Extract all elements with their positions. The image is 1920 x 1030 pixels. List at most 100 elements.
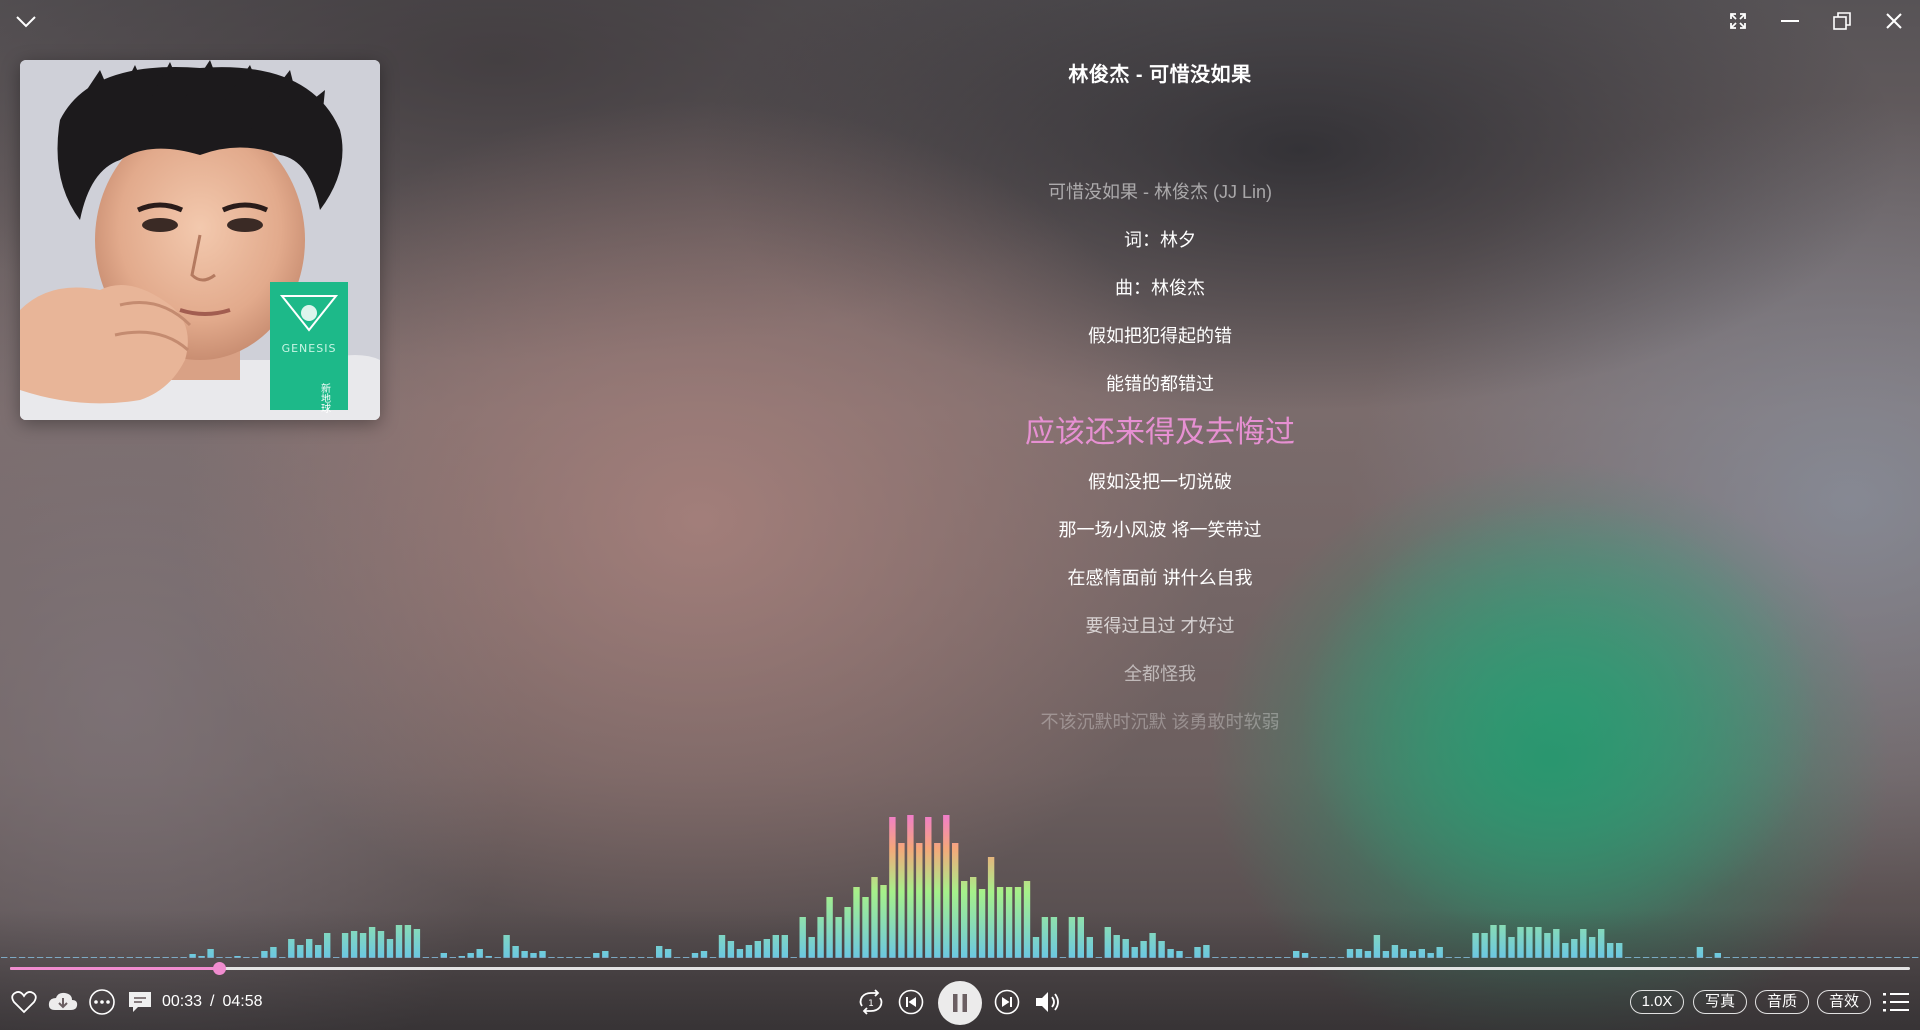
chevron-down-icon[interactable]: [10, 8, 42, 36]
spectrum-baseline-segment: [333, 957, 340, 958]
previous-icon[interactable]: [896, 985, 926, 1019]
spectrum-baseline-segment: [1248, 957, 1255, 958]
spectrum-baseline-segment: [1642, 957, 1650, 958]
download-icon[interactable]: [46, 985, 80, 1019]
spectrum-baseline-segment: [727, 957, 735, 958]
progress-bar[interactable]: [10, 962, 1910, 975]
lyric-line[interactable]: 全都怪我: [960, 650, 1360, 698]
lyric-line[interactable]: 能错的都错过: [960, 360, 1360, 408]
lyric-line[interactable]: 那一场小风波 将一笑带过: [960, 506, 1360, 554]
spectrum-baseline-segment: [1705, 957, 1713, 958]
spectrum-baseline-segment: [1131, 957, 1138, 958]
spectrum-baseline-segment: [871, 957, 878, 958]
spectrum-baseline-segment: [584, 957, 591, 958]
lyric-line[interactable]: 假如把犯得起的错: [960, 312, 1360, 360]
spectrum-baseline-segment: [449, 957, 456, 958]
spectrum-bar: [1562, 943, 1569, 957]
lyrics-panel: 可惜没如果 - 林俊杰 (JJ Lin) 词：林夕 曲：林俊杰 假如把犯得起的错 能错的…: [960, 168, 1360, 746]
spectrum-baseline-segment: [1293, 957, 1300, 958]
close-icon[interactable]: [1876, 6, 1912, 36]
spectrum-baseline-segment: [243, 957, 250, 958]
spectrum-baseline-segment: [386, 957, 394, 958]
progress-fill: [10, 967, 219, 970]
spectrum-baseline-segment: [1445, 957, 1452, 958]
spectrum-bar: [1140, 941, 1147, 957]
volume-icon[interactable]: [1032, 985, 1064, 1019]
spectrum-bar: [198, 956, 205, 957]
spectrum-bar: [952, 843, 959, 957]
spectrum-bar: [413, 929, 421, 957]
pause-icon[interactable]: [938, 981, 982, 1025]
spectrum-baseline-segment: [1490, 957, 1497, 958]
spectrum-baseline-segment: [324, 957, 331, 958]
spectrum-bar: [324, 933, 331, 957]
spectrum-baseline-segment: [1149, 957, 1156, 958]
spectrum-bar: [1472, 933, 1479, 957]
spectrum-baseline-segment: [898, 957, 905, 958]
spectrum-baseline-segment: [1140, 957, 1147, 958]
repeat-one-icon[interactable]: 1: [854, 985, 888, 1019]
spectrum-baseline-segment: [1086, 957, 1093, 958]
time-separator: /: [210, 993, 215, 1010]
spectrum-baseline-segment: [889, 957, 896, 958]
spectrum-bar: [359, 933, 367, 957]
spectrum-bar: [1544, 933, 1551, 957]
spectrum-baseline-segment: [494, 957, 501, 958]
progress-handle[interactable]: [213, 962, 226, 975]
spectrum-baseline-segment: [341, 957, 349, 958]
lyric-line[interactable]: 曲：林俊杰: [960, 264, 1360, 312]
more-icon[interactable]: [86, 985, 118, 1019]
svg-text:新地球: 新地球: [319, 382, 331, 413]
spectrum-bar: [1508, 937, 1515, 957]
spectrum-baseline-segment: [1373, 957, 1381, 958]
spectrum-baseline-segment: [1562, 957, 1569, 958]
spectrum-baseline-segment: [1741, 957, 1748, 958]
spectrum-baseline-segment: [844, 957, 851, 958]
spectrum-bar: [808, 937, 815, 957]
lyric-line[interactable]: 不该沉默时沉默 该勇敢时软弱: [960, 698, 1360, 746]
spectrum-bar: [306, 939, 313, 957]
spectrum-baseline-segment: [1481, 957, 1488, 958]
comment-icon[interactable]: [124, 985, 156, 1019]
effect-button[interactable]: 音效: [1817, 990, 1871, 1014]
fullscreen-icon[interactable]: [1720, 6, 1756, 36]
lyric-line-active[interactable]: 应该还来得及去悔过: [960, 408, 1360, 458]
spectrum-baseline-segment: [1876, 957, 1883, 958]
spectrum-baseline-segment: [1391, 957, 1399, 958]
spectrum-bar: [1382, 951, 1390, 957]
spectrum-baseline-segment: [1624, 957, 1632, 958]
lyric-line[interactable]: 词：林夕: [960, 216, 1360, 264]
spectrum-baseline-segment: [1526, 957, 1533, 958]
spectrum-baseline-segment: [772, 957, 779, 958]
spectrum-baseline-segment: [1266, 957, 1273, 958]
spectrum-baseline-segment: [1616, 957, 1623, 958]
spectrum-bar: [1391, 945, 1399, 957]
spectrum-baseline-segment: [539, 957, 546, 958]
next-icon[interactable]: [992, 985, 1022, 1019]
lyric-line[interactable]: 在感情面前 讲什么自我: [960, 554, 1360, 602]
spectrum-bar: [1373, 935, 1381, 957]
spectrum-baseline-segment: [691, 957, 699, 958]
spectrum-baseline-segment: [1068, 957, 1076, 958]
spectrum-baseline-segment: [1, 957, 8, 958]
heart-icon[interactable]: [8, 985, 40, 1019]
spectrum-bar: [512, 946, 519, 957]
spectrum-baseline-segment: [709, 957, 717, 958]
quality-button[interactable]: 音质: [1755, 990, 1809, 1014]
minimize-icon[interactable]: [1772, 6, 1808, 36]
spectrum-baseline-segment: [476, 957, 483, 958]
playlist-icon[interactable]: [1880, 985, 1912, 1019]
lyric-line[interactable]: 可惜没如果 - 林俊杰 (JJ Lin): [960, 168, 1360, 216]
spectrum-bar: [934, 843, 941, 957]
photo-button[interactable]: 写真: [1693, 990, 1747, 1014]
restore-icon[interactable]: [1824, 6, 1860, 36]
lyric-line[interactable]: 假如没把一切说破: [960, 458, 1360, 506]
spectrum-baseline-segment: [1427, 957, 1434, 958]
spectrum-baseline-segment: [1553, 957, 1560, 958]
lyric-line[interactable]: 要得过且过 才好过: [960, 602, 1360, 650]
spectrum-baseline-segment: [1822, 957, 1829, 958]
spectrum-baseline-segment: [835, 957, 842, 958]
album-cover[interactable]: GENESIS 新地球: [20, 60, 380, 420]
speed-button[interactable]: 1.0X: [1630, 990, 1684, 1014]
spectrum-baseline-segment: [611, 957, 618, 958]
